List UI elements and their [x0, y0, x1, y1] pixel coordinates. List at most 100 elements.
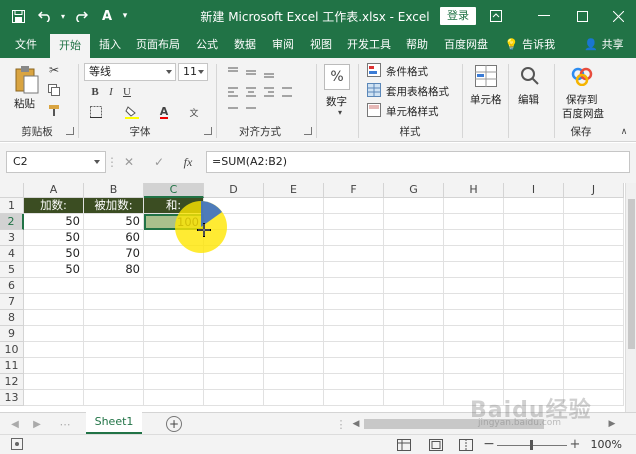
- cell-a13[interactable]: [24, 390, 84, 406]
- cell-e11[interactable]: [264, 358, 324, 374]
- cell-e7[interactable]: [264, 294, 324, 310]
- cell-e4[interactable]: [264, 246, 324, 262]
- cell-g5[interactable]: [384, 262, 444, 278]
- tab-home[interactable]: 开始: [50, 32, 90, 58]
- cell-a10[interactable]: [24, 342, 84, 358]
- cell-f11[interactable]: [324, 358, 384, 374]
- column-header-g[interactable]: G: [384, 183, 444, 198]
- cell-i10[interactable]: [504, 342, 564, 358]
- cell-j6[interactable]: [564, 278, 624, 294]
- cell-a6[interactable]: [24, 278, 84, 294]
- cell-b1[interactable]: 被加数:: [84, 198, 144, 214]
- add-sheet-icon[interactable]: +: [166, 416, 182, 432]
- save-to-baidu-line1[interactable]: 保存到: [566, 92, 598, 107]
- cell-f3[interactable]: [324, 230, 384, 246]
- column-header-d[interactable]: D: [204, 183, 264, 198]
- cell-i11[interactable]: [504, 358, 564, 374]
- cell-f1[interactable]: [324, 198, 384, 214]
- cell-h5[interactable]: [444, 262, 504, 278]
- scrollbar-thumb[interactable]: [628, 199, 635, 349]
- cell-d10[interactable]: [204, 342, 264, 358]
- cell-g12[interactable]: [384, 374, 444, 390]
- fill-color-icon[interactable]: [124, 104, 140, 120]
- tab-developer[interactable]: 开发工具: [342, 32, 396, 58]
- select-all-corner[interactable]: [0, 183, 24, 198]
- cell-style-icon[interactable]: [366, 102, 382, 118]
- cell-d8[interactable]: [204, 310, 264, 326]
- cell-j11[interactable]: [564, 358, 624, 374]
- paste-icon[interactable]: [12, 64, 42, 96]
- cell-g8[interactable]: [384, 310, 444, 326]
- formula-input[interactable]: =SUM(A2:B2): [206, 151, 630, 173]
- cell-a7[interactable]: [24, 294, 84, 310]
- font-size-dropdown[interactable]: 11: [178, 63, 208, 81]
- tab-file[interactable]: 文件: [6, 32, 46, 58]
- cell-f12[interactable]: [324, 374, 384, 390]
- cells-icon[interactable]: [474, 64, 498, 88]
- tab-insert[interactable]: 插入: [92, 32, 128, 58]
- conditional-format-icon[interactable]: [366, 62, 382, 78]
- cell-i12[interactable]: [504, 374, 564, 390]
- alignment-launcher-icon[interactable]: [304, 127, 312, 135]
- tab-help[interactable]: 帮助: [400, 32, 434, 58]
- tab-formulas[interactable]: 公式: [190, 32, 224, 58]
- cell-f7[interactable]: [324, 294, 384, 310]
- phonetic-icon[interactable]: 文: [184, 104, 204, 120]
- cell-g7[interactable]: [384, 294, 444, 310]
- number-format-button[interactable]: 数字: [326, 94, 347, 109]
- cell-h11[interactable]: [444, 358, 504, 374]
- cell-h4[interactable]: [444, 246, 504, 262]
- cell-a12[interactable]: [24, 374, 84, 390]
- font-color-quick-icon[interactable]: A: [98, 6, 116, 26]
- row-header-11[interactable]: 11: [0, 358, 24, 374]
- cell-e10[interactable]: [264, 342, 324, 358]
- cell-b12[interactable]: [84, 374, 144, 390]
- cell-b7[interactable]: [84, 294, 144, 310]
- cell-j1[interactable]: [564, 198, 624, 214]
- cell-b11[interactable]: [84, 358, 144, 374]
- cell-j8[interactable]: [564, 310, 624, 326]
- row-header-5[interactable]: 5: [0, 262, 24, 278]
- column-header-h[interactable]: H: [444, 183, 504, 198]
- scroll-right-icon[interactable]: ▶: [606, 417, 618, 431]
- cell-a11[interactable]: [24, 358, 84, 374]
- alignment-icons[interactable]: [224, 64, 296, 118]
- collapse-ribbon-icon[interactable]: ∧: [618, 126, 630, 138]
- undo-dropdown-icon[interactable]: ▾: [58, 6, 68, 26]
- cell-i9[interactable]: [504, 326, 564, 342]
- cell-e13[interactable]: [264, 390, 324, 406]
- close-icon[interactable]: [608, 6, 628, 26]
- tab-tell-me[interactable]: 💡 告诉我: [500, 32, 560, 58]
- page-layout-view-icon[interactable]: [428, 437, 444, 453]
- editing-button[interactable]: 编辑: [518, 92, 539, 107]
- search-icon[interactable]: [518, 64, 542, 88]
- cell-g6[interactable]: [384, 278, 444, 294]
- cell-g11[interactable]: [384, 358, 444, 374]
- cell-c9[interactable]: [144, 326, 204, 342]
- cell-c7[interactable]: [144, 294, 204, 310]
- cell-i6[interactable]: [504, 278, 564, 294]
- cell-d12[interactable]: [204, 374, 264, 390]
- share-button[interactable]: 👤 共享: [576, 32, 632, 58]
- cell-i8[interactable]: [504, 310, 564, 326]
- percent-icon[interactable]: %: [324, 64, 350, 90]
- row-header-1[interactable]: 1: [0, 198, 24, 214]
- zoom-in-icon[interactable]: +: [570, 437, 581, 452]
- cell-c5[interactable]: [144, 262, 204, 278]
- cell-j9[interactable]: [564, 326, 624, 342]
- zoom-level[interactable]: 100%: [591, 438, 622, 451]
- cell-a5[interactable]: 50: [24, 262, 84, 278]
- cell-e3[interactable]: [264, 230, 324, 246]
- row-header-10[interactable]: 10: [0, 342, 24, 358]
- tab-split-icon[interactable]: ⋮: [336, 417, 347, 431]
- macro-record-icon[interactable]: [10, 437, 24, 451]
- row-header-6[interactable]: 6: [0, 278, 24, 294]
- font-launcher-icon[interactable]: [204, 127, 212, 135]
- vertical-scrollbar[interactable]: [625, 183, 636, 412]
- tab-baidu-netdisk[interactable]: 百度网盘: [438, 32, 494, 58]
- baidu-netdisk-icon[interactable]: [570, 64, 594, 88]
- cell-j7[interactable]: [564, 294, 624, 310]
- font-name-dropdown[interactable]: 等线: [84, 63, 176, 81]
- italic-button[interactable]: I: [104, 84, 118, 100]
- sheet-menu-icon[interactable]: ⋯: [58, 417, 72, 431]
